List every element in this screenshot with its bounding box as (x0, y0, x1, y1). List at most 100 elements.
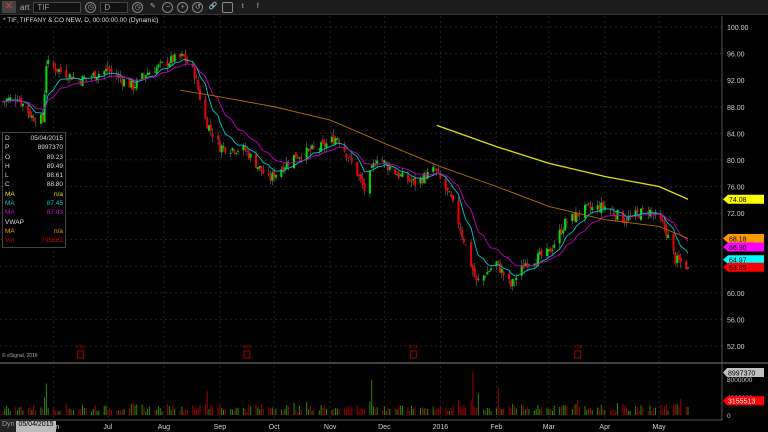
candle (486, 271, 489, 275)
candle (182, 54, 185, 56)
candle (245, 150, 248, 152)
dividend-label: 1.26 (573, 344, 582, 349)
candle (513, 281, 516, 283)
candle (553, 244, 556, 248)
candle (571, 213, 574, 222)
y-tick-label: 60.00 (727, 291, 745, 298)
info-key: P (5, 144, 10, 152)
candle (450, 193, 453, 197)
candle (470, 242, 473, 267)
candle (676, 255, 679, 263)
candle (663, 220, 666, 227)
candle (462, 238, 465, 243)
candle (332, 135, 335, 145)
candle (283, 167, 286, 170)
candle (103, 71, 106, 75)
volume-marker-label: 8997370 (728, 370, 755, 377)
price-marker-label: 68.18 (729, 236, 747, 243)
candle (29, 111, 32, 118)
candle (500, 269, 503, 273)
y-tick-label: 52.00 (727, 344, 745, 351)
candle (406, 174, 409, 181)
candle (56, 68, 59, 72)
price-chart[interactable]: 100.00 96.00 92.00 88.00 84.00 80.00 76.00 72.0… (0, 0, 768, 432)
candle (489, 268, 492, 271)
info-value: 795662 (41, 237, 63, 245)
candle (381, 160, 384, 162)
price-marker-label: 63.85 (729, 265, 747, 272)
info-value: 87.03 (46, 209, 63, 217)
candle (677, 255, 680, 261)
candle (488, 271, 491, 272)
dividend-label: 0.61 (76, 344, 85, 349)
candle (432, 167, 435, 172)
candle (358, 175, 361, 176)
candle (461, 230, 464, 237)
info-row: P 8997370 (5, 143, 63, 152)
candle (83, 76, 86, 79)
candle (108, 69, 111, 72)
candle (229, 152, 232, 154)
y-tick-label: 76.00 (727, 185, 745, 192)
candle (312, 146, 315, 148)
candle (144, 75, 147, 79)
candle (546, 248, 549, 257)
candle (123, 79, 126, 87)
x-tick-label: Dec (378, 424, 391, 431)
info-row: O 89.23 (5, 153, 63, 162)
y-tick-label: 56.00 (727, 317, 745, 324)
candle (540, 249, 543, 256)
info-key: H (5, 162, 10, 170)
x-tick-label: Mar (543, 424, 556, 431)
candle (34, 121, 37, 123)
candle (27, 104, 30, 114)
candle (350, 158, 353, 162)
candle (343, 145, 346, 152)
candle (170, 55, 173, 63)
candle (497, 260, 500, 263)
info-value: 88.61 (46, 172, 63, 180)
candle (435, 168, 438, 172)
info-row: D 05/04/2015 (5, 134, 63, 143)
candle (157, 64, 160, 68)
candle (345, 153, 348, 158)
candle (161, 61, 164, 63)
info-key: O (5, 153, 11, 161)
y-tick-label: 72.00 (727, 211, 745, 218)
x-tick-label: Sep (214, 424, 227, 431)
candle (146, 73, 149, 76)
info-value: n/a (53, 190, 63, 198)
candle (372, 163, 375, 167)
candle (551, 249, 554, 251)
candle (68, 73, 71, 78)
y-tick-label: 100.00 (727, 25, 749, 32)
dividend-icon (574, 350, 582, 359)
candle (105, 69, 108, 72)
candle (596, 205, 599, 210)
info-key: MA (5, 190, 15, 198)
candle (255, 154, 258, 168)
candle (271, 172, 274, 181)
candle (336, 138, 339, 140)
candle (133, 86, 136, 89)
candle (218, 140, 221, 152)
candle (464, 244, 467, 246)
x-tick-label: Nov (324, 424, 337, 431)
candle (587, 203, 590, 205)
candle (363, 182, 366, 191)
candle (155, 67, 158, 74)
candle (674, 252, 677, 264)
candle (591, 207, 594, 211)
y-tick-label: 88.00 (727, 105, 745, 112)
candle (121, 79, 124, 85)
candle (383, 160, 386, 164)
candle (30, 115, 33, 118)
x-tick-label: Feb (490, 424, 502, 431)
ma-fast-line (2, 59, 689, 277)
candle (535, 263, 538, 265)
candle (679, 257, 682, 263)
candle (21, 103, 24, 107)
candle (502, 271, 505, 276)
y-tick-label: 96.00 (727, 52, 745, 59)
candle (652, 214, 655, 216)
